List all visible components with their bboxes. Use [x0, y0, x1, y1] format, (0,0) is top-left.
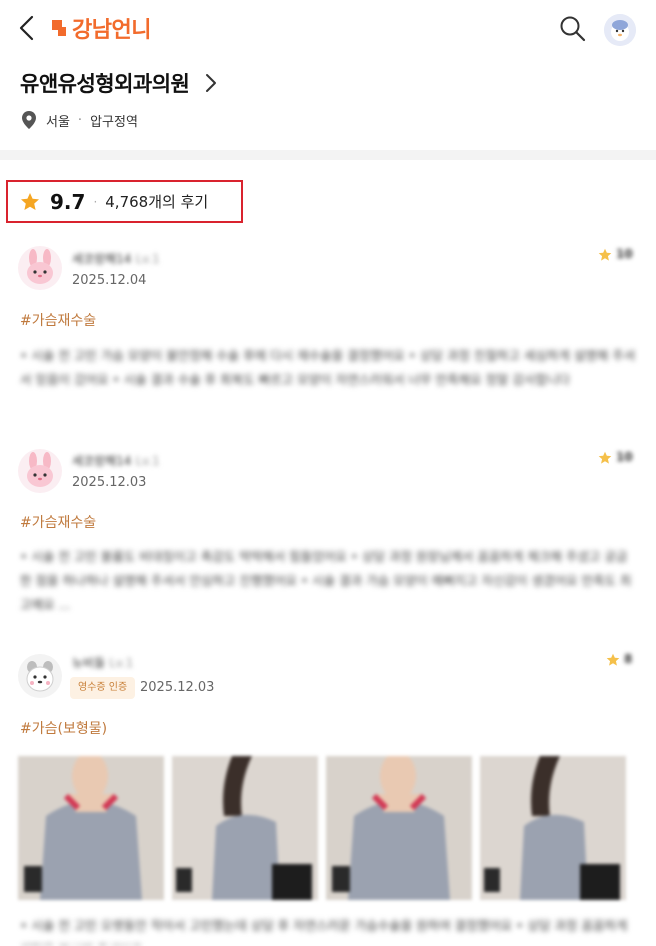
- review-photo[interactable]: [18, 756, 164, 900]
- logo-mark-icon: [50, 18, 68, 38]
- location-station: 압구정역: [90, 114, 138, 130]
- reviewer-avatar: [18, 449, 62, 493]
- hospital-title-link[interactable]: 유앤유성형외과의원: [20, 66, 219, 100]
- star-icon: [20, 192, 40, 212]
- rating-separator: ·: [93, 194, 98, 209]
- star-icon: [598, 450, 612, 464]
- star-icon: [598, 247, 612, 261]
- reviewer-avatar: [18, 654, 62, 698]
- receipt-verified-badge: 영수증 인증: [70, 677, 136, 699]
- reviewer-name: 뉴비들 Lv.1: [72, 656, 134, 670]
- hospital-location: 서울 · 압구정역: [22, 110, 138, 130]
- chevron-left-icon[interactable]: [14, 14, 42, 42]
- review-procedure-tag[interactable]: #가슴재수술: [20, 512, 96, 532]
- review-photo[interactable]: [172, 756, 318, 900]
- top-app-bar: 강남언니: [0, 0, 656, 56]
- reviewer-name: 세코랑해14 Lv.1: [72, 252, 160, 266]
- search-icon[interactable]: [558, 14, 588, 44]
- profile-avatar[interactable]: [604, 14, 636, 46]
- rating-summary: 9.7 · 4,768개의 후기: [6, 180, 243, 223]
- location-pin-icon: [22, 111, 36, 129]
- review-photos: [18, 756, 626, 900]
- rating-value: 9.7: [50, 189, 86, 214]
- review-score: 8: [606, 652, 632, 666]
- hospital-name: 유앤유성형외과의원: [20, 72, 190, 96]
- review-score: 10: [598, 450, 633, 464]
- review-procedure-tag[interactable]: #가슴(보형물): [20, 718, 107, 738]
- review-date: 2025.12.04: [72, 273, 147, 288]
- star-icon: [606, 652, 620, 666]
- review-date: 2025.12.03: [72, 475, 147, 490]
- location-city: 서울: [46, 114, 70, 130]
- app-logo[interactable]: 강남언니: [50, 14, 151, 43]
- review-photo[interactable]: [480, 756, 626, 900]
- review-count: 4,768개의 후기: [105, 193, 209, 211]
- reviewer-avatar: [18, 246, 62, 290]
- review-date: 2025.12.03: [140, 680, 215, 695]
- section-divider: [0, 150, 656, 160]
- review-body: • 시술 전 고민 가슴 모양이 불안정해 수술 후에 다시 재수술을 결정했어…: [20, 348, 636, 387]
- logo-text: 강남언니: [72, 18, 151, 43]
- review-score: 10: [598, 247, 633, 261]
- location-separator: ·: [77, 112, 83, 128]
- chevron-right-icon: [203, 72, 219, 94]
- review-body: • 시술 전 고민 오랫동안 작아서 고민했는데 상담 후 자연스러운 가슴수술…: [20, 918, 628, 946]
- reviewer-name: 세코랑해14 Lv.1: [72, 454, 160, 468]
- review-body: • 시술 전 고민 볼륨도 비대칭이고 촉감도 딱딱해서 힘들었어요 • 상담 …: [20, 549, 632, 612]
- review-photo[interactable]: [326, 756, 472, 900]
- review-procedure-tag[interactable]: #가슴재수술: [20, 310, 96, 330]
